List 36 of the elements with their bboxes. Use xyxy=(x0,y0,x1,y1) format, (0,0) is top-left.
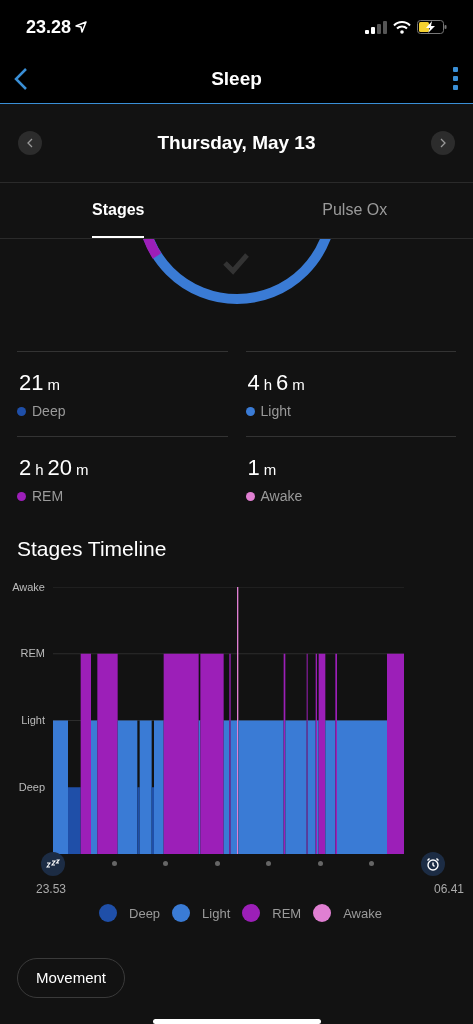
axis-label: REM xyxy=(20,646,45,661)
chevron-right-icon xyxy=(440,138,446,148)
status-time: 23.28 xyxy=(26,15,72,39)
legend-label: REM xyxy=(272,904,302,923)
signal-icon xyxy=(365,20,387,34)
legend-label: Deep xyxy=(129,904,161,923)
alarm-clock-icon xyxy=(420,851,445,876)
stage-label: Deep xyxy=(32,402,66,421)
location-arrow-icon xyxy=(75,21,88,34)
axis-label: Light xyxy=(21,712,45,728)
more-icon xyxy=(453,66,459,91)
stat-value: 21 m xyxy=(18,369,61,397)
next-day-button[interactable] xyxy=(431,131,455,155)
wifi-icon xyxy=(393,20,411,34)
section-title: Stages Timeline xyxy=(16,536,168,562)
axis-label: Deep xyxy=(18,779,45,795)
stage-label: Awake xyxy=(260,487,303,506)
sleep-start-icon xyxy=(41,851,65,876)
legend-label: Awake xyxy=(343,904,382,923)
stat-value: 1 m xyxy=(246,454,278,482)
start-time: 23.53 xyxy=(36,880,67,898)
previous-day-button[interactable] xyxy=(18,131,42,155)
battery-charging-icon xyxy=(417,20,447,35)
end-time: 06.41 xyxy=(433,880,464,898)
date-label: Thursday, May 13 xyxy=(157,130,316,155)
page-title: Sleep xyxy=(211,66,262,91)
stage-label: Light xyxy=(260,402,291,421)
stage-label: REM xyxy=(32,487,64,506)
axis-label: Awake xyxy=(12,579,45,595)
chevron-left-icon xyxy=(27,138,33,148)
back-chevron-icon xyxy=(14,66,28,91)
stat-value: 4 h 6 m xyxy=(246,369,306,397)
tab[interactable]: Pulse Ox xyxy=(322,183,388,238)
tab[interactable]: Stages xyxy=(92,183,145,238)
legend-label: Light xyxy=(202,904,231,923)
stat-value: 2 h 20 m xyxy=(18,454,90,482)
